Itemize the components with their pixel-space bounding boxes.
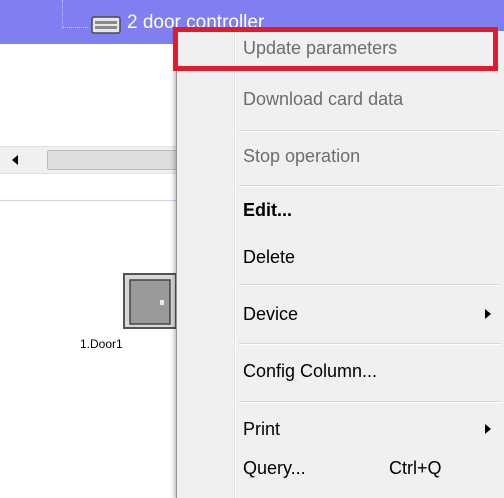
menu-separator	[239, 343, 501, 345]
device-icon	[91, 16, 121, 34]
submenu-arrow-icon	[485, 309, 491, 319]
device-panel: 1.Door1	[0, 44, 189, 498]
door-label: 1.Door1	[80, 337, 123, 351]
door-icon[interactable]	[122, 272, 178, 330]
menu-item-download-card-data[interactable]: Download card data	[243, 84, 504, 114]
menu-item-device[interactable]: Device	[243, 299, 504, 329]
menu-item-stop-operation[interactable]: Stop operation	[243, 141, 504, 171]
menu-item-label: Stop operation	[243, 146, 361, 166]
menu-item-label: Config Column...	[243, 361, 378, 381]
panel-divider	[0, 200, 178, 201]
context-menu: Update parameters Download card data Sto…	[176, 31, 504, 498]
scroll-left-arrow-icon	[12, 155, 18, 165]
menu-item-label: Query...	[243, 458, 306, 478]
menu-separator	[239, 401, 501, 403]
menu-item-delete[interactable]: Delete	[243, 242, 504, 272]
menu-item-print[interactable]: Print	[243, 414, 504, 444]
menu-item-label: Delete	[243, 247, 296, 267]
menu-item-shortcut: Ctrl+Q	[389, 458, 442, 478]
horizontal-scrollbar[interactable]	[0, 146, 189, 174]
menu-item-config-column[interactable]: Config Column...	[243, 356, 504, 386]
menu-separator	[239, 130, 501, 132]
menu-separator	[239, 284, 501, 286]
tree-connector-line	[62, 0, 88, 28]
menu-item-label: Download card data	[243, 89, 404, 109]
menu-item-label: Device	[243, 304, 299, 324]
submenu-arrow-icon	[485, 424, 491, 434]
menu-icon-gutter	[234, 31, 236, 498]
scroll-thumb[interactable]	[47, 150, 189, 170]
scroll-left-button[interactable]	[0, 147, 30, 173]
highlight-annotation-box	[173, 27, 498, 71]
menu-separator	[239, 185, 501, 187]
menu-item-edit[interactable]: Edit...	[243, 195, 504, 225]
menu-item-query[interactable]: Query... Ctrl+Q	[243, 453, 504, 483]
menu-item-label: Print	[243, 419, 281, 439]
menu-item-label: Edit...	[243, 200, 292, 220]
